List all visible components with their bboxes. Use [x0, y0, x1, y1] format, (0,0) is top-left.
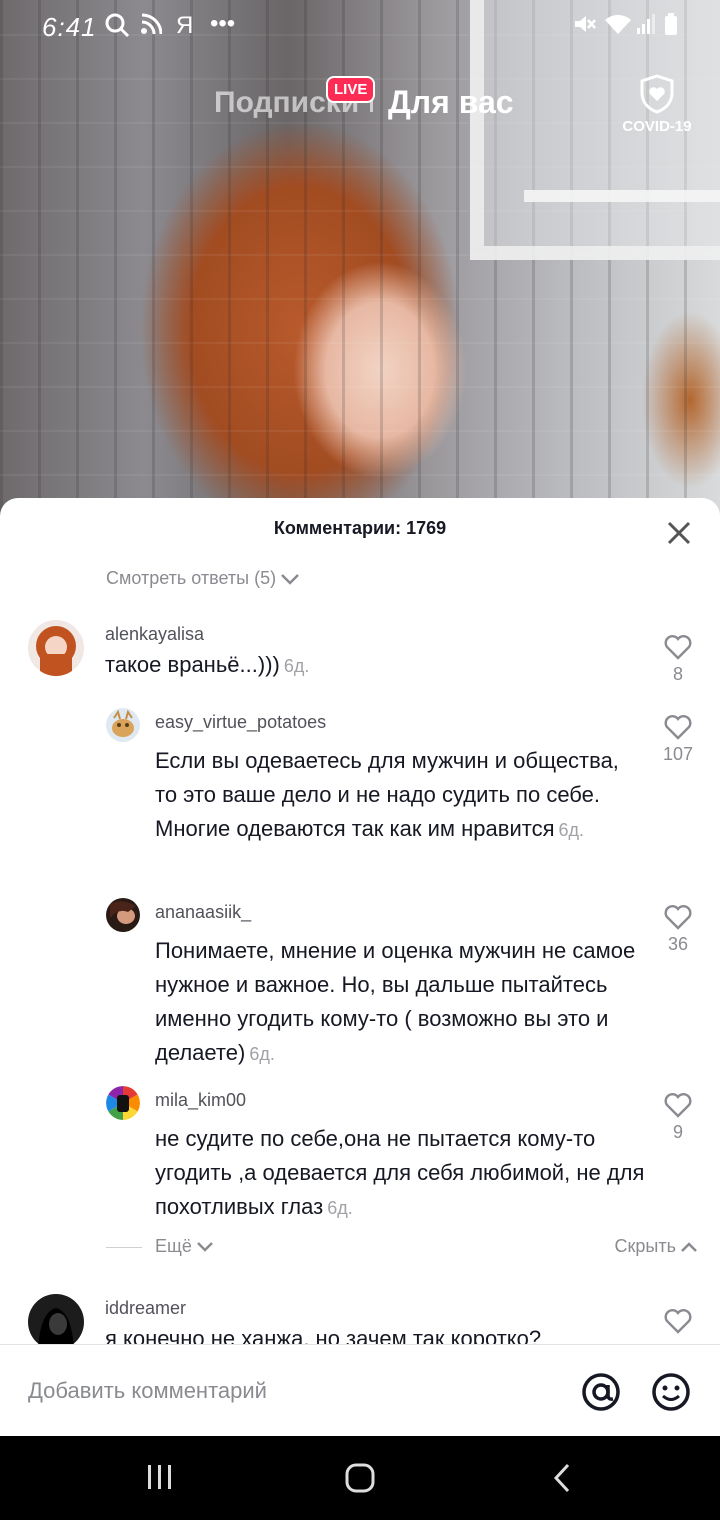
like-button[interactable]: 107: [650, 714, 706, 765]
comments-title: Комментарии: 1769: [273, 518, 447, 538]
avatar[interactable]: [106, 708, 140, 742]
comment-text: не судите по себе,она не пытается кому-т…: [155, 1122, 647, 1225]
comment-time: 6д.: [558, 820, 585, 840]
rss-icon: [140, 12, 163, 43]
emoji-button[interactable]: [650, 1371, 692, 1413]
comment-time: 6д.: [249, 1044, 275, 1064]
like-count: 8: [672, 664, 683, 684]
heart-icon: [664, 1093, 692, 1118]
avatar[interactable]: [106, 1086, 140, 1120]
heart-icon: [664, 635, 692, 660]
live-badge[interactable]: LIVE: [326, 76, 376, 103]
comment-username[interactable]: iddreamer: [105, 1298, 186, 1319]
comment-body: такое враньё...))): [105, 652, 280, 677]
like-count: 36: [667, 934, 689, 954]
avatar[interactable]: [106, 898, 140, 932]
like-button[interactable]: [650, 1308, 706, 1334]
recent-apps-icon: [148, 1465, 171, 1489]
close-button[interactable]: [664, 518, 694, 548]
shield-heart-icon: [640, 74, 674, 114]
system-nav-bar: [0, 1436, 720, 1520]
avatar[interactable]: [28, 1294, 84, 1344]
like-count: 107: [662, 744, 694, 764]
comments-sheet: Комментарии: 1769 Смотреть ответы (5) al…: [0, 498, 720, 1436]
comment-body: Понимаете, мнение и оценка мужчин не сам…: [155, 938, 636, 1065]
close-icon: [667, 521, 691, 545]
wifi-icon: [604, 12, 632, 43]
status-bar: 6:41 Я •••: [0, 0, 720, 56]
home-button[interactable]: [344, 1462, 376, 1499]
more-replies-button[interactable]: Ещё: [155, 1236, 214, 1257]
signal-icon: [636, 12, 656, 43]
tab-divider: [370, 100, 373, 112]
replies-controls: Ещё Скрыть: [0, 1234, 720, 1264]
status-time: 6:41: [42, 12, 97, 42]
like-count: 9: [672, 1122, 683, 1142]
home-icon: [345, 1463, 375, 1493]
battery-icon: [664, 12, 678, 43]
like-button[interactable]: 36: [650, 904, 706, 955]
chevron-down-icon: [196, 1242, 213, 1253]
comments-list[interactable]: Смотреть ответы (5) alenkayalisa такое в…: [0, 558, 720, 1344]
comment-text: Понимаете, мнение и оценка мужчин не сам…: [155, 934, 647, 1071]
search-icon: [104, 12, 130, 45]
comment-username[interactable]: easy_virtue_potatoes: [155, 712, 326, 733]
heart-icon: [664, 905, 692, 930]
tab-for-you[interactable]: Для вас: [388, 84, 514, 121]
at-sign-icon: [582, 1373, 620, 1411]
mute-icon: [572, 12, 596, 43]
comment-input[interactable]: [28, 1373, 548, 1409]
more-dots-icon: •••: [210, 10, 236, 37]
view-replies-button[interactable]: Смотреть ответы (5): [106, 568, 300, 589]
comment-username[interactable]: alenkayalisa: [105, 624, 204, 645]
comment-text: я конечно не ханжа, но зачем так коротко…: [105, 1322, 645, 1344]
covid-label: COVID-19: [622, 118, 692, 135]
comment-input-bar: [0, 1344, 720, 1436]
smiley-icon: [652, 1373, 690, 1411]
top-nav: Подписки LIVE Для вас COVID-19: [0, 70, 720, 140]
recent-apps-button[interactable]: [146, 1462, 174, 1497]
avatar[interactable]: [28, 620, 84, 676]
back-button[interactable]: [552, 1462, 572, 1499]
comment-body: я конечно не ханжа, но зачем так коротко…: [105, 1326, 542, 1344]
comment-time: 6д.: [283, 656, 310, 676]
back-icon: [553, 1463, 570, 1493]
comment-body: не судите по себе,она не пытается кому-т…: [155, 1126, 645, 1219]
like-button[interactable]: 9: [650, 1092, 706, 1143]
chevron-down-icon: [281, 574, 299, 586]
more-label: Ещё: [155, 1236, 192, 1256]
hide-replies-button[interactable]: Скрыть: [615, 1236, 698, 1257]
comment-username[interactable]: ananaasiik_: [155, 902, 251, 923]
covid-info-button[interactable]: COVID-19: [614, 74, 700, 135]
comment-text: такое враньё...))) 6д.: [105, 648, 645, 683]
like-button[interactable]: 8: [650, 634, 706, 685]
comment-username[interactable]: mila_kim00: [155, 1090, 246, 1111]
view-replies-label: Смотреть ответы (5): [106, 568, 277, 588]
mention-button[interactable]: [580, 1371, 622, 1413]
comment-text: Если вы одеваетесь для мужчин и общества…: [155, 744, 647, 847]
comment-body: Если вы одеваетесь для мужчин и общества…: [155, 748, 619, 841]
comment-time: 6д.: [327, 1198, 353, 1218]
heart-icon: [664, 715, 692, 740]
chevron-up-icon: [681, 1242, 697, 1253]
divider: [106, 1247, 142, 1248]
yandex-icon: Я: [176, 12, 194, 39]
hide-label: Скрыть: [614, 1236, 676, 1256]
heart-icon: [664, 1309, 692, 1334]
